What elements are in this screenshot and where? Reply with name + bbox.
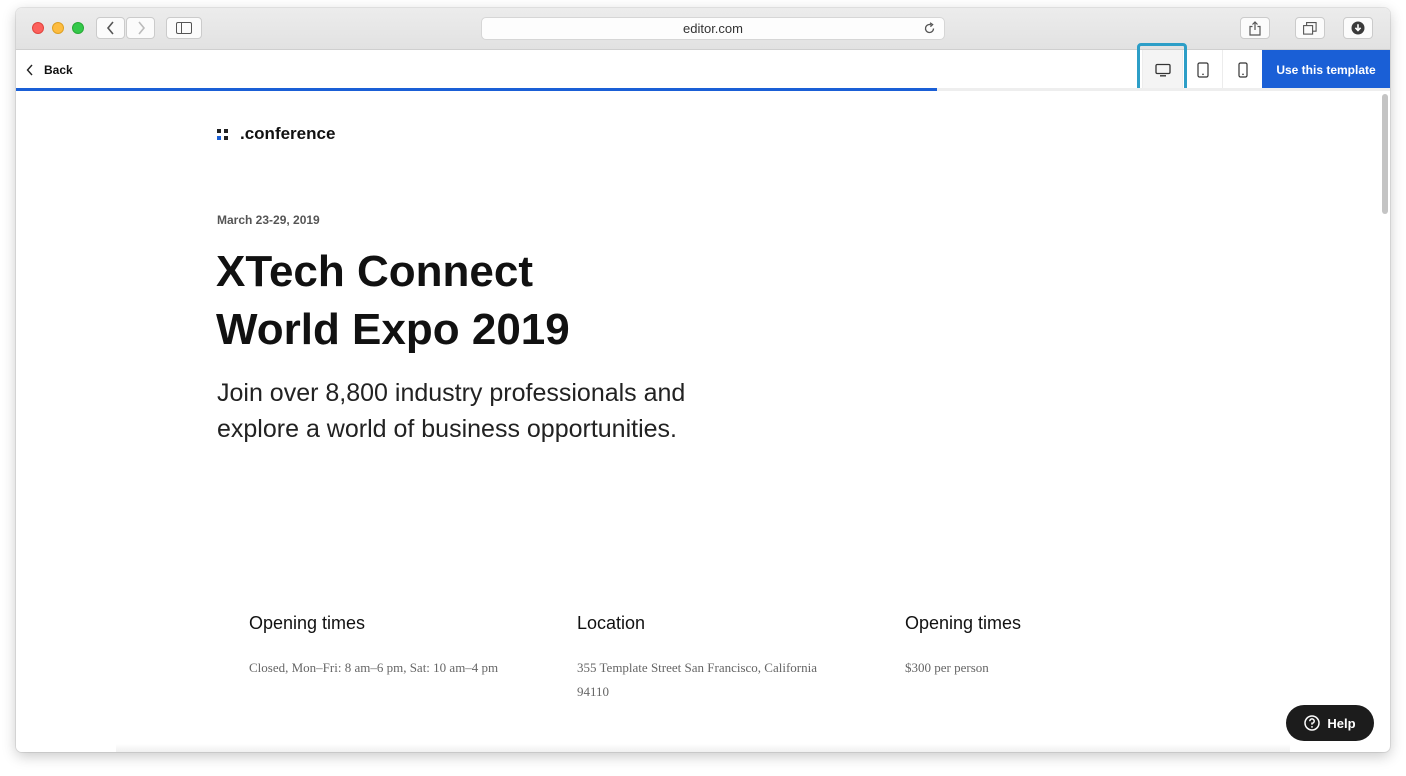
info-heading: Location [577, 613, 646, 633]
info-heading: Opening times [249, 613, 366, 633]
tablet-icon [1196, 62, 1209, 78]
share-icon [1249, 20, 1261, 36]
info-column-location: Location 355 Template Street San Francis… [577, 613, 837, 704]
sidebar-icon [176, 22, 192, 34]
share-button[interactable] [1240, 17, 1270, 39]
browser-window: editor.com Back Use this template .confe… [16, 8, 1390, 752]
back-label: Back [44, 63, 73, 77]
title-line-1: XTech Connect [216, 247, 534, 296]
use-template-button[interactable]: Use this template [1262, 50, 1390, 90]
zoom-window-button[interactable] [72, 22, 84, 34]
chevron-left-icon [106, 21, 114, 35]
page-title: XTech Connect World Expo 2019 [216, 243, 736, 359]
info-text: Closed, Mon–Fri: 8 am–6 pm, Sat: 10 am–4… [249, 660, 499, 675]
logo-text: .conference [240, 124, 336, 143]
title-line-2: World Expo 2019 [216, 305, 570, 354]
logo-grid-icon [217, 128, 228, 140]
info-heading: Opening times [905, 613, 1022, 633]
close-window-button[interactable] [32, 22, 44, 34]
back-button[interactable]: Back [26, 50, 73, 90]
site-logo[interactable]: .conference [217, 124, 335, 144]
sidebar-toggle-button[interactable] [166, 17, 202, 39]
mobile-icon [1237, 62, 1248, 78]
browser-forward-button[interactable] [126, 17, 155, 39]
chevron-right-icon [137, 21, 145, 35]
scrollbar-thumb[interactable] [1382, 94, 1388, 214]
minimize-window-button[interactable] [52, 22, 64, 34]
reload-icon[interactable] [923, 22, 936, 35]
info-text: 355 Template Street San Francisco, Calif… [577, 660, 818, 699]
url-text: editor.com [683, 21, 743, 36]
page-subtitle: Join over 8,800 industry professionals a… [217, 379, 686, 443]
downloads-button[interactable] [1343, 17, 1373, 39]
event-date: March 23-29, 2019 [217, 213, 320, 227]
help-icon [1304, 715, 1321, 731]
info-text: $300 per person [905, 660, 989, 675]
info-column-opening-times: Opening times Closed, Mon–Fri: 8 am–6 pm… [249, 613, 509, 680]
info-column-price: Opening times $300 per person [905, 613, 1165, 680]
show-tabs-button[interactable] [1295, 17, 1325, 39]
tablet-view-button[interactable] [1182, 50, 1222, 90]
tabs-icon [1303, 21, 1317, 35]
address-bar[interactable]: editor.com [481, 17, 945, 40]
footer-shadow [116, 744, 1290, 752]
help-label: Help [1327, 715, 1356, 731]
download-icon [1351, 21, 1365, 35]
help-button[interactable]: Help [1286, 705, 1374, 741]
mobile-view-button[interactable] [1222, 50, 1262, 90]
template-preview: .conference March 23-29, 2019 XTech Conn… [16, 91, 1378, 752]
browser-back-button[interactable] [96, 17, 125, 39]
chevron-left-icon [26, 64, 33, 76]
